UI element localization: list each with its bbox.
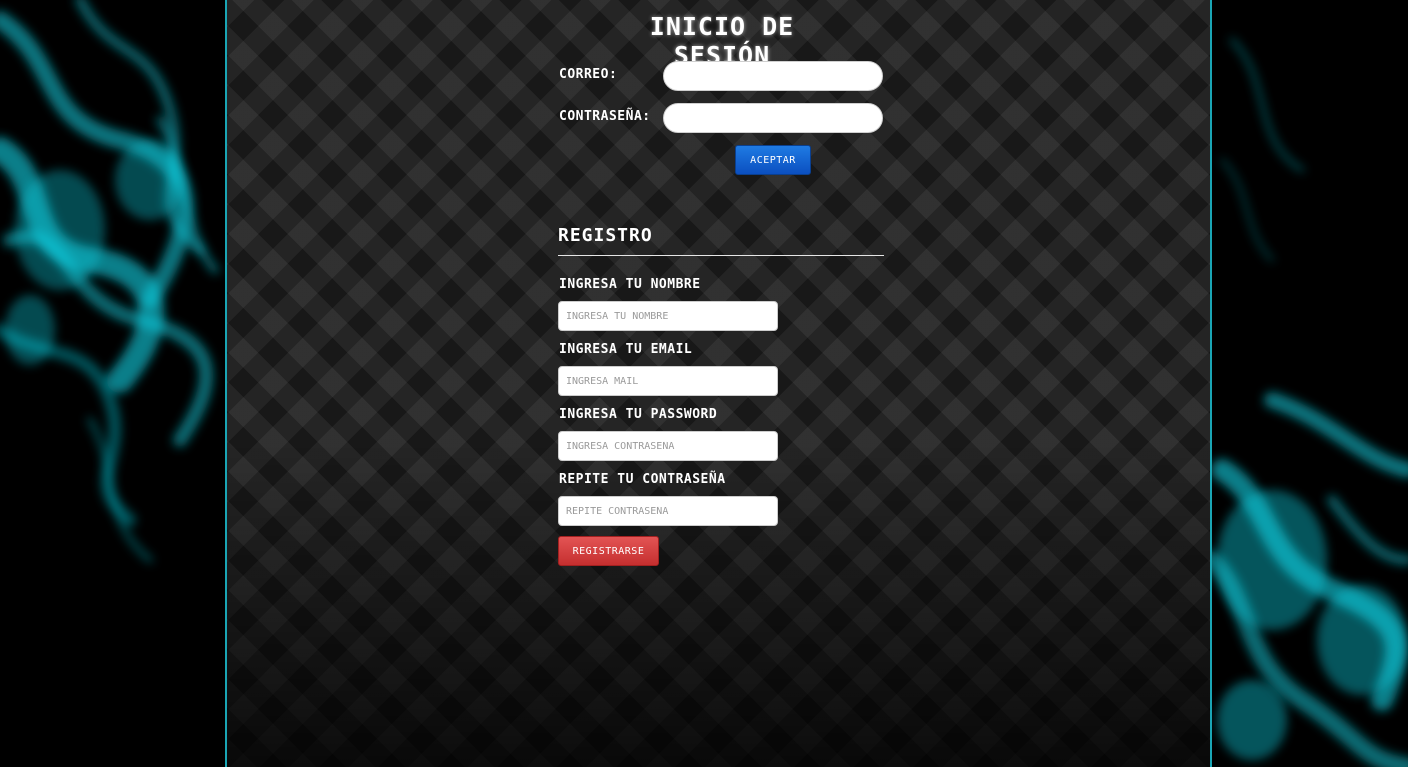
register-password-input[interactable]	[558, 431, 778, 461]
login-password-label: CONTRASEÑA:	[559, 109, 651, 124]
page: INICIO DE SESIÓN CORREO: CONTRASEÑA: ACE…	[0, 0, 1408, 767]
register-email-label: INGRESA TU EMAIL	[559, 342, 693, 357]
login-email-input[interactable]	[663, 61, 883, 91]
register-password-label: INGRESA TU PASSWORD	[559, 407, 718, 422]
register-button[interactable]: REGISTRARSE	[558, 536, 659, 566]
login-email-label: CORREO:	[559, 67, 618, 82]
smoke-decoration-left	[0, 0, 226, 767]
login-email-row: CORREO:	[559, 61, 885, 91]
login-password-row: CONTRASEÑA:	[559, 103, 885, 133]
register-divider	[558, 255, 884, 256]
main-panel: INICIO DE SESIÓN CORREO: CONTRASEÑA: ACE…	[225, 0, 1212, 767]
register-email-input[interactable]	[558, 366, 778, 396]
register-name-input[interactable]	[558, 301, 778, 331]
register-title: REGISTRO	[558, 225, 653, 246]
register-repeat-password-label: REPITE TU CONTRASEÑA	[559, 472, 726, 487]
login-password-input[interactable]	[663, 103, 883, 133]
register-name-label: INGRESA TU NOMBRE	[559, 277, 701, 292]
smoke-decoration-right	[1212, 0, 1408, 767]
smoke-art-right	[1212, 37, 1408, 767]
accept-button[interactable]: ACEPTAR	[735, 145, 811, 175]
register-repeat-password-input[interactable]	[558, 496, 778, 526]
smoke-art-left	[0, 0, 219, 563]
